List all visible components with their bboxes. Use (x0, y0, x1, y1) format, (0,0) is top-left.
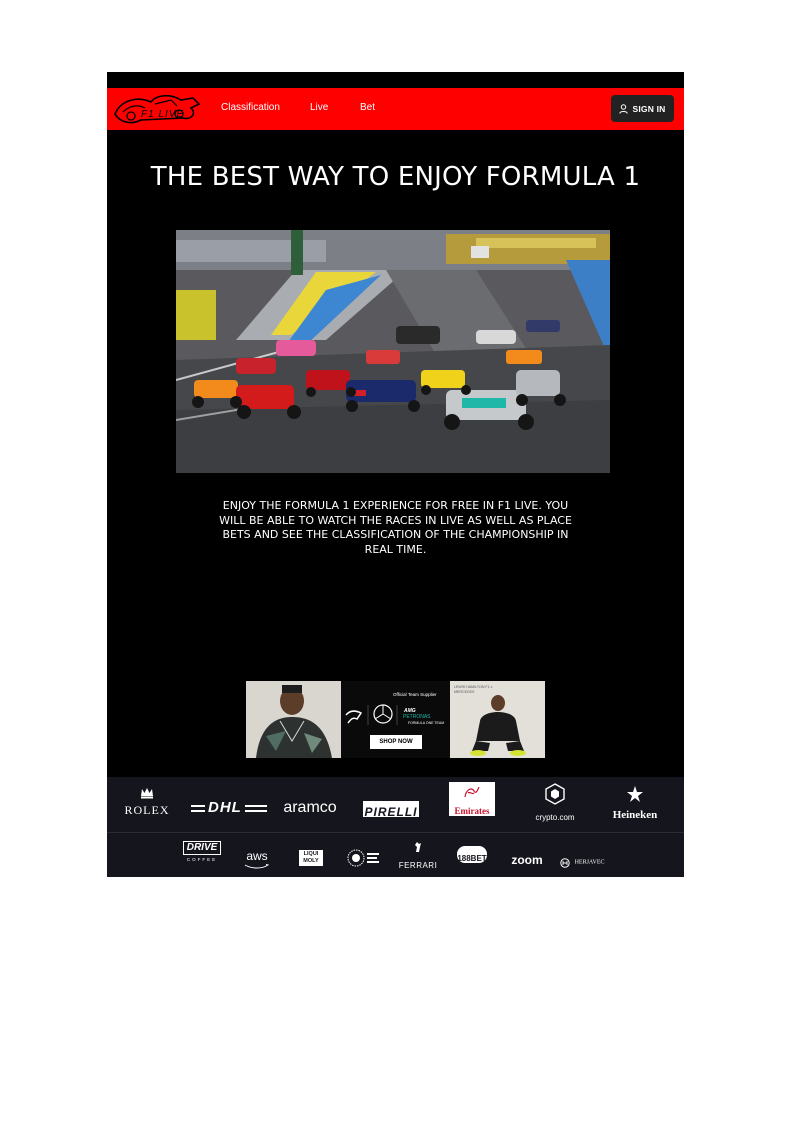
emblem-icon (347, 849, 379, 867)
sign-in-label: SIGN IN (632, 103, 666, 114)
sponsors-bar: ROLEX DHL aramco PIRELLI Emirates crypto… (107, 777, 684, 877)
sponsor-zoom[interactable]: zoom (505, 849, 549, 868)
sponsor-herjavec[interactable]: HERJAVEC (557, 852, 607, 871)
sponsor-crypto[interactable]: crypto.com (525, 783, 585, 824)
sponsor-rolex[interactable]: ROLEX (121, 787, 173, 818)
team-subtitle: FORMULA ONE TEAM (408, 721, 445, 725)
nav-link-classification[interactable]: Classification (221, 102, 280, 113)
promo-photo-left (246, 681, 341, 758)
promo-center-panel: Official Team Supplier AMG PETRONAS FORM… (341, 681, 450, 758)
herjavec-shield-icon (559, 857, 570, 868)
sponsor-pirelli[interactable]: PIRELLI (363, 801, 419, 819)
sponsor-aramco[interactable]: aramco (275, 797, 345, 817)
crypto-icon (545, 783, 565, 805)
race-start-photo (176, 230, 610, 473)
drive-label: DRIVE (183, 841, 221, 855)
emirates-calligraphy-icon (464, 786, 480, 798)
sponsor-liqui-moly[interactable]: LIQUI MOLY (299, 850, 323, 866)
supplier-text: Official Team Supplier (393, 692, 437, 697)
ferrari-horse-icon (415, 842, 421, 852)
sponsor-emirates[interactable]: Emirates (449, 782, 495, 816)
logo-text: F1 LIVE (141, 109, 185, 120)
aramco-label: aramco (283, 799, 337, 816)
team-name: PETRONAS (403, 714, 431, 720)
shop-now-button[interactable]: SHOP NOW (370, 735, 422, 749)
pirelli-label: PIRELLI (364, 805, 418, 819)
navbar: F1 LIVE Classification Live Bet SIGN IN (107, 88, 684, 130)
right-caption: LEWIS HAMILTON F1 x MERCEDES (454, 685, 493, 694)
aws-label: aws (246, 849, 268, 863)
sponsor-divider (107, 832, 684, 833)
user-icon (619, 103, 629, 114)
promo-photo-right: LEWIS HAMILTON F1 x MERCEDES (450, 681, 545, 758)
zoom-label: zoom (511, 853, 543, 867)
hero-description: ENJOY THE FORMULA 1 EXPERIENCE FOR FREE … (219, 499, 572, 556)
top-strip (107, 72, 684, 88)
sponsor-aws[interactable]: aws (241, 845, 273, 869)
aws-smile-icon (244, 864, 270, 869)
puma-mercedes-logos: AMG (345, 704, 416, 725)
nav-link-bet[interactable]: Bet (360, 102, 375, 113)
emirates-label: Emirates (454, 806, 490, 816)
188bet-label: 188BET (457, 854, 487, 863)
sponsor-ferrari[interactable]: FERRARI (395, 841, 441, 872)
dhl-label: DHL (205, 799, 245, 816)
sponsor-188bet[interactable]: 188BET (457, 846, 487, 863)
sponsor-circular-emblem[interactable] (347, 849, 381, 867)
sponsor-dhl[interactable]: DHL (191, 799, 267, 816)
ferrari-label: FERRARI (398, 861, 438, 870)
rolex-crown-icon (141, 788, 153, 799)
crypto-label: crypto.com (535, 813, 575, 822)
sign-in-button[interactable]: SIGN IN (611, 95, 674, 122)
sponsor-drive-coffee[interactable]: DRIVE COFFEE (183, 841, 221, 865)
page-title: THE BEST WAY TO ENJOY FORMULA 1 (150, 162, 641, 192)
herjavec-label: HERJAVEC (574, 859, 605, 866)
promo-banner[interactable]: Official Team Supplier AMG PETRONAS FORM… (246, 681, 545, 758)
nav-link-live[interactable]: Live (310, 102, 328, 113)
rolex-label: ROLEX (124, 803, 170, 817)
liqui-moly-label: LIQUI MOLY (303, 851, 319, 864)
heineken-star-icon (627, 786, 643, 802)
site-logo[interactable]: F1 LIVE (111, 90, 203, 128)
heineken-label: Heineken (612, 809, 658, 821)
sponsor-heineken[interactable]: Heineken (603, 785, 667, 822)
coffee-label: COFFEE (186, 857, 218, 862)
f1-live-page: F1 LIVE Classification Live Bet SIGN IN … (107, 72, 684, 877)
